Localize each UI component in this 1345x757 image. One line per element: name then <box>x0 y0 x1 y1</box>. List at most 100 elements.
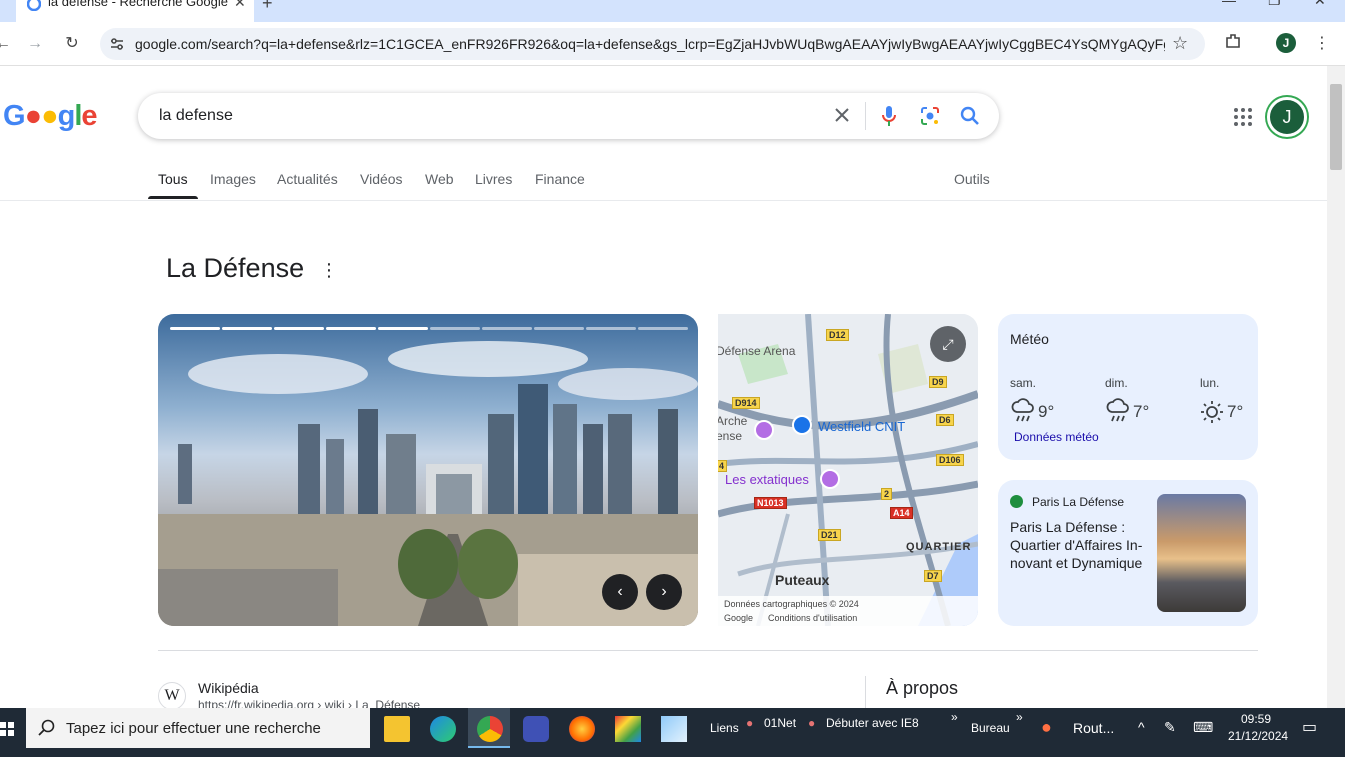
account-avatar[interactable]: J <box>1267 97 1307 137</box>
weather-temp: 7° <box>1133 402 1150 421</box>
weather-temp: 9° <box>1038 402 1055 421</box>
shopping-pin-icon[interactable] <box>792 415 812 435</box>
edge-icon[interactable] <box>430 716 456 742</box>
tabs-divider <box>0 200 1327 201</box>
carousel-progress-1 <box>170 327 220 330</box>
site-info-icon[interactable] <box>109 36 125 57</box>
news-headline[interactable]: Paris La Défense : Quartier d'Affaires I… <box>1010 518 1148 572</box>
voice-search-icon[interactable] <box>880 104 898 133</box>
photo-carousel[interactable]: ‹ › <box>158 314 698 626</box>
link-ie8[interactable]: Débuter avec IE8 <box>826 716 919 730</box>
about-divider <box>865 676 866 710</box>
map-label-arena: Défense Arena <box>718 344 796 358</box>
rain-icon <box>1011 398 1035 429</box>
map-label-arche-2: ense <box>718 429 743 443</box>
tab-finance[interactable]: Finance <box>535 171 585 187</box>
sun-icon <box>1200 400 1224 429</box>
notepad-icon[interactable] <box>661 716 687 742</box>
extensions-icon[interactable] <box>1222 32 1244 54</box>
more-options-icon[interactable]: ⋮ <box>320 260 338 281</box>
tab-web[interactable]: Web <box>425 171 454 187</box>
forward-icon[interactable]: → <box>24 33 46 55</box>
route-app-label[interactable]: Rout... <box>1073 720 1114 736</box>
carousel-progress-10 <box>638 327 688 330</box>
weather-data-link[interactable]: Données météo <box>1014 430 1099 444</box>
chevron-up-icon[interactable]: ^ <box>1138 719 1145 735</box>
file-explorer-icon[interactable] <box>384 716 410 742</box>
notifications-icon[interactable]: ▭ <box>1302 717 1317 737</box>
map-google-credit: Google <box>724 613 754 623</box>
keyboard-icon[interactable]: ⌨ <box>1193 719 1213 736</box>
tab-books[interactable]: Livres <box>475 171 512 187</box>
desktop-toolbar-label[interactable]: Bureau <box>971 721 1010 735</box>
chrome-icon[interactable] <box>477 716 503 742</box>
carousel-progress-6 <box>430 327 480 330</box>
pen-icon[interactable]: ✎ <box>1164 719 1176 736</box>
lens-search-icon[interactable] <box>919 105 941 132</box>
browser-toolbar: ← → ↻ google.com/search?q=la+defense&rlz… <box>0 22 1345 66</box>
map-label-extatiques[interactable]: Les extatiques <box>725 472 809 487</box>
result-source[interactable]: Wikipédia <box>198 680 259 696</box>
browser-profile-avatar[interactable]: J <box>1276 33 1296 53</box>
tab-strip: la defense - Recherche Google ✕ + — ❐ ✕ <box>0 0 1345 22</box>
news-card[interactable]: Paris La Défense Paris La Défense : Quar… <box>998 480 1258 626</box>
scrollbar-thumb[interactable] <box>1330 84 1342 170</box>
map-preview[interactable]: Défense Arena Arche ense Westfield CNIT … <box>718 314 978 626</box>
road-tag: D7 <box>924 570 942 582</box>
tools-button[interactable]: Outils <box>954 171 990 187</box>
browser-tab[interactable]: la defense - Recherche Google ✕ <box>16 0 254 22</box>
search-divider <box>865 102 866 130</box>
news-source: Paris La Défense <box>1032 495 1125 509</box>
address-bar[interactable]: google.com/search?q=la+defense&rlz=1C1GC… <box>100 28 1205 60</box>
reload-icon[interactable]: ↻ <box>61 33 83 55</box>
tab-title: la defense - Recherche Google <box>48 0 228 9</box>
tab-images[interactable]: Images <box>210 171 256 187</box>
carousel-next-icon[interactable]: › <box>646 574 682 610</box>
attraction-pin-icon[interactable] <box>754 420 774 440</box>
new-tab-button[interactable]: + <box>262 0 273 14</box>
close-window-icon[interactable]: ✕ <box>1314 0 1326 9</box>
tab-all[interactable]: Tous <box>158 171 188 187</box>
browser-menu-icon[interactable]: ⋮ <box>1311 33 1333 55</box>
weather-card[interactable]: Météo sam. 9° dim. 7° lun. 7° Données mé… <box>998 314 1258 460</box>
news-thumbnail <box>1157 494 1246 612</box>
weather-title: Météo <box>1010 331 1049 347</box>
windows-start-icon[interactable] <box>0 722 14 741</box>
weather-day: lun. <box>1200 376 1220 390</box>
firefox-icon[interactable] <box>569 716 595 742</box>
shield-app-icon[interactable] <box>523 716 549 742</box>
search-icon <box>38 719 56 742</box>
road-tag: 4 <box>718 460 728 472</box>
carousel-prev-icon[interactable]: ‹ <box>602 574 638 610</box>
map-label-westfield[interactable]: Westfield CNIT <box>818 419 905 434</box>
tab-videos[interactable]: Vidéos <box>360 171 403 187</box>
road-tag: D914 <box>732 397 760 409</box>
road-tag: N1013 <box>754 497 787 509</box>
search-input[interactable]: la defense <box>159 107 233 125</box>
links-toolbar-label[interactable]: Liens <box>710 721 739 735</box>
back-icon[interactable]: ← <box>0 33 14 55</box>
bookmark-star-icon[interactable]: ☆ <box>1172 33 1188 54</box>
clear-search-icon[interactable] <box>832 105 852 130</box>
link-01net[interactable]: 01Net <box>764 716 796 730</box>
chevron-right-icon[interactable]: » <box>951 710 958 724</box>
paint-icon[interactable] <box>615 716 641 742</box>
chevron-right-icon[interactable]: » <box>1016 710 1023 724</box>
section-divider <box>158 650 1258 651</box>
map-terms-link[interactable]: Conditions d'utilisation <box>768 613 857 623</box>
map-data-credit: Données cartographiques © 2024 <box>724 599 859 609</box>
search-submit-icon[interactable] <box>959 105 981 132</box>
tab-news[interactable]: Actualités <box>277 171 338 187</box>
taskbar-search[interactable]: Tapez ici pour effectuer une recherche <box>26 708 370 748</box>
expand-map-icon[interactable]: ⤢ <box>930 326 966 362</box>
search-box[interactable]: la defense <box>138 93 999 139</box>
tab-close-icon[interactable]: ✕ <box>234 0 246 11</box>
clock-date[interactable]: 21/12/2024 <box>1228 729 1288 743</box>
restore-icon[interactable]: ❐ <box>1268 0 1281 9</box>
google-apps-icon[interactable] <box>1233 107 1253 132</box>
google-doodle-logo[interactable]: G●●gle <box>3 100 98 133</box>
carousel-progress-8 <box>534 327 584 330</box>
clock-time[interactable]: 09:59 <box>1241 712 1271 726</box>
attraction-pin-icon[interactable] <box>820 469 840 489</box>
minimize-icon[interactable]: — <box>1222 0 1236 8</box>
